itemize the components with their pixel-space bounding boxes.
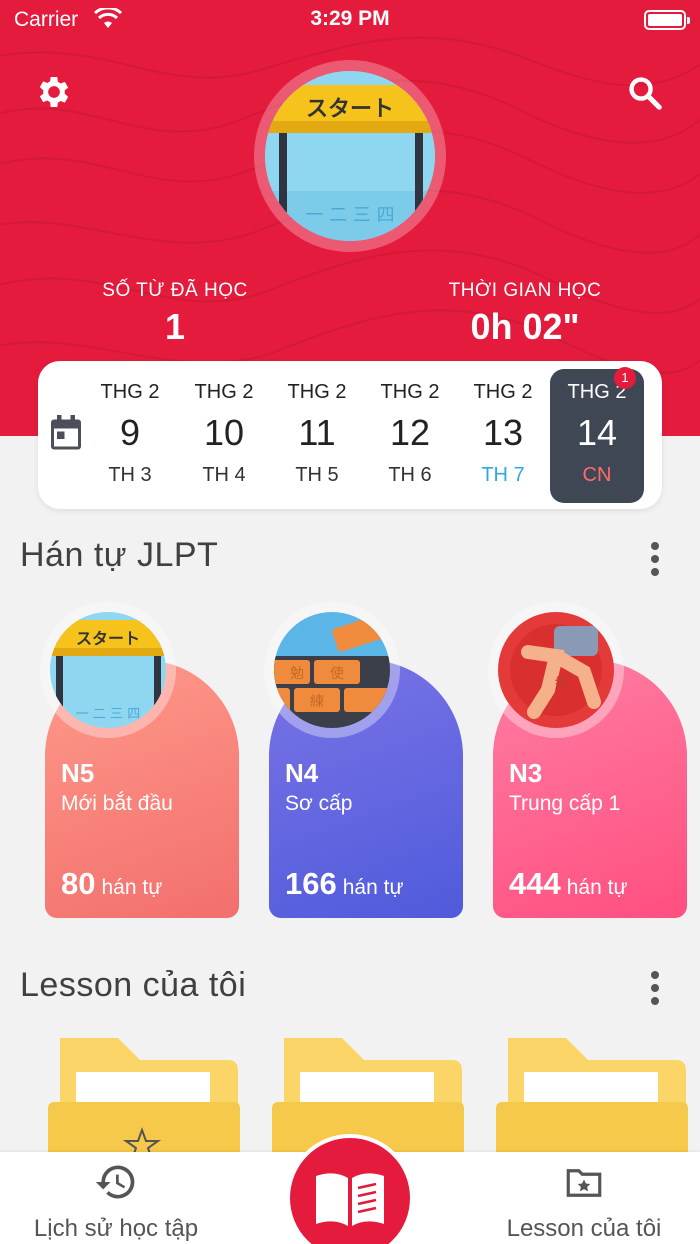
status-bar: Carrier 3:29 PM (0, 0, 700, 40)
calendar-day[interactable]: THG 2 10 TH 4 (177, 369, 271, 503)
study-time-stat: THỜI GIAN HỌC 0h 02" (430, 280, 620, 348)
tab-my-lessons-label: Lesson của tôi (506, 1215, 662, 1242)
day-weekday: TH 4 (202, 464, 246, 486)
count-unit: hán tự (566, 876, 628, 899)
kanji-section-title: Hán tự JLPT (20, 536, 219, 574)
day-date: 9 (119, 412, 141, 453)
count-value: 166 (285, 866, 337, 901)
calendar-strip: THG 2 9 TH 3 THG 2 10 TH 4 THG 2 11 TH 5… (38, 361, 662, 509)
lesson-folder-favorites[interactable] (48, 1038, 240, 1168)
calendar-day[interactable]: THG 2 12 TH 6 (363, 369, 457, 503)
words-learned-label: SỐ TỪ ĐÃ HỌC (102, 280, 248, 301)
day-weekday: TH 6 (388, 464, 432, 486)
study-time-label: THỜI GIAN HỌC (448, 280, 602, 301)
words-learned-stat: SỐ TỪ ĐÃ HỌC 1 (90, 280, 260, 348)
svg-text:続: 続 (555, 675, 569, 692)
open-book-icon (316, 1173, 384, 1226)
lesson-folder[interactable] (496, 1038, 688, 1168)
svg-text:練: 練 (310, 694, 324, 710)
folder-star-icon (566, 1169, 602, 1197)
lesson-section-title: Lesson của tôi (20, 966, 247, 1004)
calendar-day[interactable]: THG 2 11 TH 5 (270, 369, 364, 503)
card-level: N3 (509, 758, 543, 788)
calendar-day[interactable]: THG 2 13 TH 7 (456, 369, 550, 503)
tab-history[interactable]: Lịch sử học tập (0, 1152, 232, 1244)
progress-avatar[interactable]: スタート 一 二 三 四 (254, 60, 446, 252)
notification-badge: 1 (614, 367, 636, 389)
day-month: THG 2 (380, 381, 440, 403)
n3-illustration: 続 (488, 602, 624, 738)
start-illustration: スタート 一 二 三 四 (265, 71, 435, 241)
count-value: 444 (509, 866, 561, 901)
history-icon (95, 1165, 135, 1199)
card-level: N4 (285, 758, 319, 788)
words-learned-value: 1 (164, 306, 186, 347)
card-count: 444 hán tự (509, 866, 628, 902)
day-date: 11 (298, 412, 336, 453)
count-unit: hán tự (342, 876, 404, 899)
card-count: 80 hán tự (61, 866, 162, 902)
tab-history-label: Lịch sử học tập (33, 1215, 199, 1242)
calendar-day-selected[interactable]: 1 THG 2 14 CN (550, 367, 644, 503)
card-name: Sơ cấp (285, 792, 353, 815)
day-weekday: CN (582, 464, 612, 486)
card-level: N5 (61, 758, 95, 788)
card-name: Trung cấp 1 (509, 792, 621, 815)
n5-illustration: スタート 一 二 三 四 (40, 602, 176, 738)
study-book-button[interactable] (286, 1134, 414, 1244)
day-date: 12 (389, 412, 431, 453)
svg-text:使: 使 (330, 665, 344, 682)
battery-icon (644, 10, 690, 30)
day-weekday: TH 3 (108, 464, 152, 486)
count-value: 80 (61, 866, 96, 901)
day-month: THG 2 (100, 381, 160, 403)
n4-illustration: 勉 使 練 (264, 602, 400, 738)
day-month: THG 2 (194, 381, 254, 403)
day-date: 14 (576, 412, 618, 453)
day-month: THG 2 (473, 381, 533, 403)
study-time-value: 0h 02" (470, 306, 580, 347)
count-unit: hán tự (101, 876, 163, 899)
svg-text:勉: 勉 (290, 666, 304, 682)
day-weekday: TH 5 (295, 464, 339, 486)
search-icon[interactable] (626, 74, 664, 117)
lesson-more-icon[interactable] (650, 971, 660, 1010)
day-date: 13 (482, 412, 524, 453)
calendar-icon[interactable] (48, 413, 84, 458)
card-name: Mới bắt đầu (61, 792, 173, 815)
day-weekday: TH 7 (481, 464, 525, 486)
day-month: THG 2 (287, 381, 347, 403)
day-date: 10 (203, 412, 245, 453)
settings-gear-icon[interactable] (34, 72, 74, 117)
svg-text:一 二 三 四: 一 二 三 四 (305, 205, 394, 226)
svg-text:スタート: スタート (76, 629, 140, 648)
calendar-day[interactable]: THG 2 9 TH 3 (83, 369, 177, 503)
clock: 3:29 PM (310, 7, 390, 30)
svg-text:一 二 三 四: 一 二 三 四 (76, 707, 140, 722)
tab-my-lessons[interactable]: Lesson của tôi (468, 1152, 700, 1244)
kanji-more-icon[interactable] (650, 542, 660, 581)
svg-text:スタート: スタート (306, 97, 394, 122)
card-count: 166 hán tự (285, 866, 404, 902)
